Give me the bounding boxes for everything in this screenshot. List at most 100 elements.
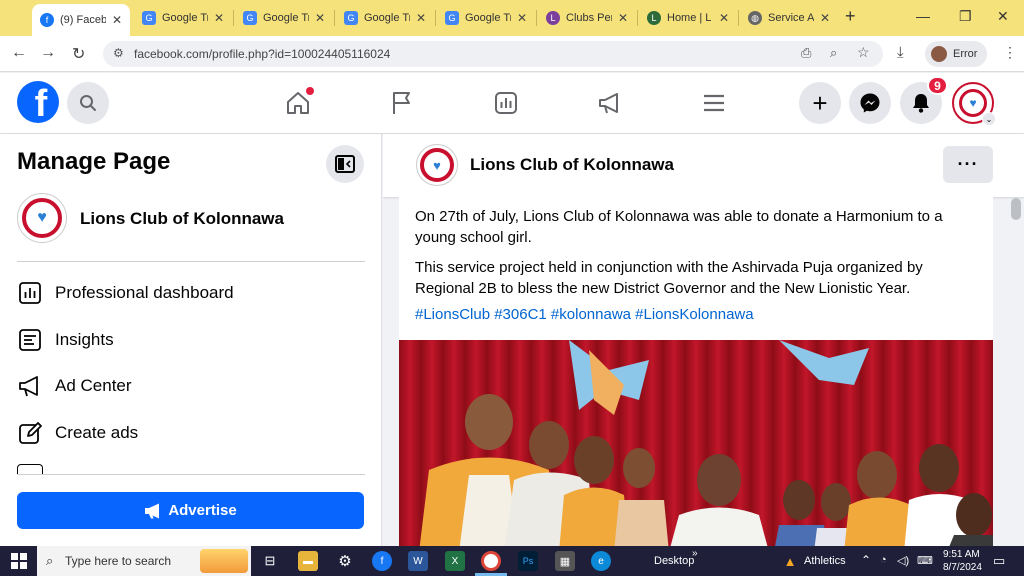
taskbar-search-input[interactable]: ⌕ Type here to search: [37, 546, 251, 576]
search-button[interactable]: [67, 82, 109, 124]
task-view-icon[interactable]: ⊟: [260, 551, 280, 571]
calculator-icon[interactable]: ▦: [555, 551, 575, 571]
menu-nav-button[interactable]: [700, 89, 728, 117]
page-avatar[interactable]: ♥: [416, 144, 458, 186]
menu-item-insights[interactable]: Insights: [17, 322, 365, 358]
photoshop-icon[interactable]: Ps: [518, 551, 538, 571]
menu-item-create-ads[interactable]: Create ads: [17, 415, 365, 451]
tab-google-translate-3[interactable]: G Google Translate ✕: [336, 5, 434, 31]
close-icon[interactable]: ✕: [820, 11, 830, 25]
profile-label: Error: [953, 48, 978, 60]
tab-google-translate-2[interactable]: G Google Translate ✕: [235, 5, 333, 31]
facebook-logo-icon[interactable]: f: [17, 81, 59, 123]
messenger-button[interactable]: [849, 82, 891, 124]
address-bar[interactable]: ⚙ facebook.com/profile.php?id=1000244051…: [103, 41, 883, 67]
facebook-app-icon[interactable]: f: [372, 551, 392, 571]
menu-item-label: Insights: [55, 330, 114, 349]
page-name[interactable]: Lions Club of Kolonnawa: [80, 209, 284, 229]
minimize-icon[interactable]: —: [916, 8, 930, 24]
site-info-icon[interactable]: ⚙: [113, 46, 124, 60]
page-name[interactable]: Lions Club of Kolonnawa: [470, 155, 674, 175]
browser-tab-strip: f (9) Facebook ✕ G Google Translate ✕ G …: [0, 0, 1024, 36]
feed-scrollbar[interactable]: [1011, 198, 1021, 220]
desktop-label[interactable]: Desktop: [654, 555, 694, 567]
clock-date[interactable]: 8/7/2024: [943, 562, 982, 573]
tab-clubs[interactable]: L Clubs Per ✕: [538, 5, 636, 31]
clock-time[interactable]: 9:51 AM: [943, 549, 980, 560]
tab-google-translate-4[interactable]: G Google Translate ✕: [437, 5, 535, 31]
tab-title: Home | L: [667, 12, 712, 24]
file-explorer-icon[interactable]: ▬: [298, 551, 318, 571]
menu-item-ad-center[interactable]: Ad Center: [17, 368, 365, 404]
tab-divider: [435, 10, 436, 26]
create-button[interactable]: +: [799, 82, 841, 124]
page-avatar[interactable]: ♥: [17, 193, 67, 243]
tab-google-translate-1[interactable]: G Google Translate ✕: [134, 5, 232, 31]
advertise-label: Advertise: [168, 502, 237, 519]
toolbar-expand-icon[interactable]: »: [692, 548, 698, 559]
tab-title: Google Translate: [263, 12, 309, 24]
windows-taskbar: ⌕ Type here to search ⊟ ▬ ⚙ f W X Ps ▦ e…: [0, 546, 1024, 576]
menu-item-label: Professional dashboard: [55, 283, 234, 302]
partial-menu-icon: [17, 464, 43, 474]
close-icon[interactable]: ✕: [517, 11, 527, 25]
download-icon[interactable]: ⤓: [897, 44, 904, 61]
post-hashtags[interactable]: #LionsClub #306C1 #kolonnawa #LionsKolon…: [415, 306, 754, 323]
close-icon[interactable]: ✕: [618, 11, 628, 25]
volume-icon[interactable]: ◁): [897, 554, 909, 567]
unread-dot: [306, 87, 314, 95]
edge-icon[interactable]: e: [591, 551, 611, 571]
word-icon[interactable]: W: [408, 551, 428, 571]
divider: [17, 474, 365, 475]
tab-title: Google Translate: [162, 12, 208, 24]
post-text: On 27th of July, Lions Club of Kolonnawa…: [415, 208, 943, 246]
close-icon[interactable]: ✕: [719, 11, 729, 25]
menu-item-professional-dashboard[interactable]: Professional dashboard: [17, 275, 365, 311]
windows-start-icon[interactable]: [9, 551, 29, 571]
chrome-icon[interactable]: [481, 551, 501, 571]
settings-icon[interactable]: ⚙: [335, 551, 355, 571]
account-avatar-button[interactable]: ♥ ⌄: [952, 82, 996, 126]
keyboard-icon[interactable]: ⌨: [917, 554, 933, 567]
dashboard-nav-button[interactable]: [492, 89, 520, 117]
ads-nav-button[interactable]: [596, 89, 624, 117]
tray-expand-icon[interactable]: ⌃: [861, 553, 871, 567]
advertise-button[interactable]: Advertise: [17, 492, 364, 529]
tab-home[interactable]: L Home | L ✕: [639, 5, 737, 31]
insights-icon: [17, 327, 43, 353]
weather-label[interactable]: Athletics: [804, 555, 846, 567]
tab-service[interactable]: ◍ Service A ✕: [740, 5, 838, 31]
switch-layout-button[interactable]: [326, 145, 364, 183]
sidebar-toggle-icon: [335, 155, 355, 173]
chart-icon: [495, 92, 517, 114]
close-icon[interactable]: ✕: [416, 11, 426, 25]
tab-title: Google Translate: [465, 12, 511, 24]
home-nav-button[interactable]: [284, 87, 314, 117]
tab-facebook[interactable]: f (9) Facebook ✕: [32, 4, 130, 36]
post-card: On 27th of July, Lions Club of Kolonnawa…: [399, 197, 993, 546]
zoom-icon[interactable]: ⌕: [830, 45, 837, 61]
menu-item-label: Ad Center: [55, 376, 132, 395]
close-icon[interactable]: ✕: [214, 11, 224, 25]
window-close-icon[interactable]: ✕: [997, 8, 1009, 25]
notification-center-icon[interactable]: ▭: [993, 553, 1005, 569]
pages-nav-button[interactable]: [388, 89, 416, 117]
messenger-icon: [860, 93, 880, 113]
more-options-button[interactable]: ···: [943, 146, 993, 183]
install-app-icon[interactable]: ⎙: [801, 45, 811, 61]
forward-icon[interactable]: →: [40, 44, 56, 62]
close-icon[interactable]: ✕: [315, 11, 325, 25]
menu-dots-icon[interactable]: ⋮: [1003, 44, 1017, 61]
close-icon[interactable]: ✕: [112, 13, 122, 27]
excel-icon[interactable]: X: [445, 551, 465, 571]
back-icon[interactable]: ←: [11, 44, 27, 62]
bookmark-star-icon[interactable]: ☆: [857, 44, 870, 61]
new-tab-icon[interactable]: +: [845, 6, 856, 27]
megaphone-icon: [599, 93, 618, 114]
reload-icon[interactable]: ↻: [72, 44, 85, 64]
network-icon[interactable]: ◔: [880, 554, 887, 566]
post-photo[interactable]: [399, 340, 993, 546]
restore-icon[interactable]: ❐: [959, 8, 972, 25]
profile-button[interactable]: Error: [925, 41, 987, 67]
google-translate-icon: G: [142, 11, 156, 25]
